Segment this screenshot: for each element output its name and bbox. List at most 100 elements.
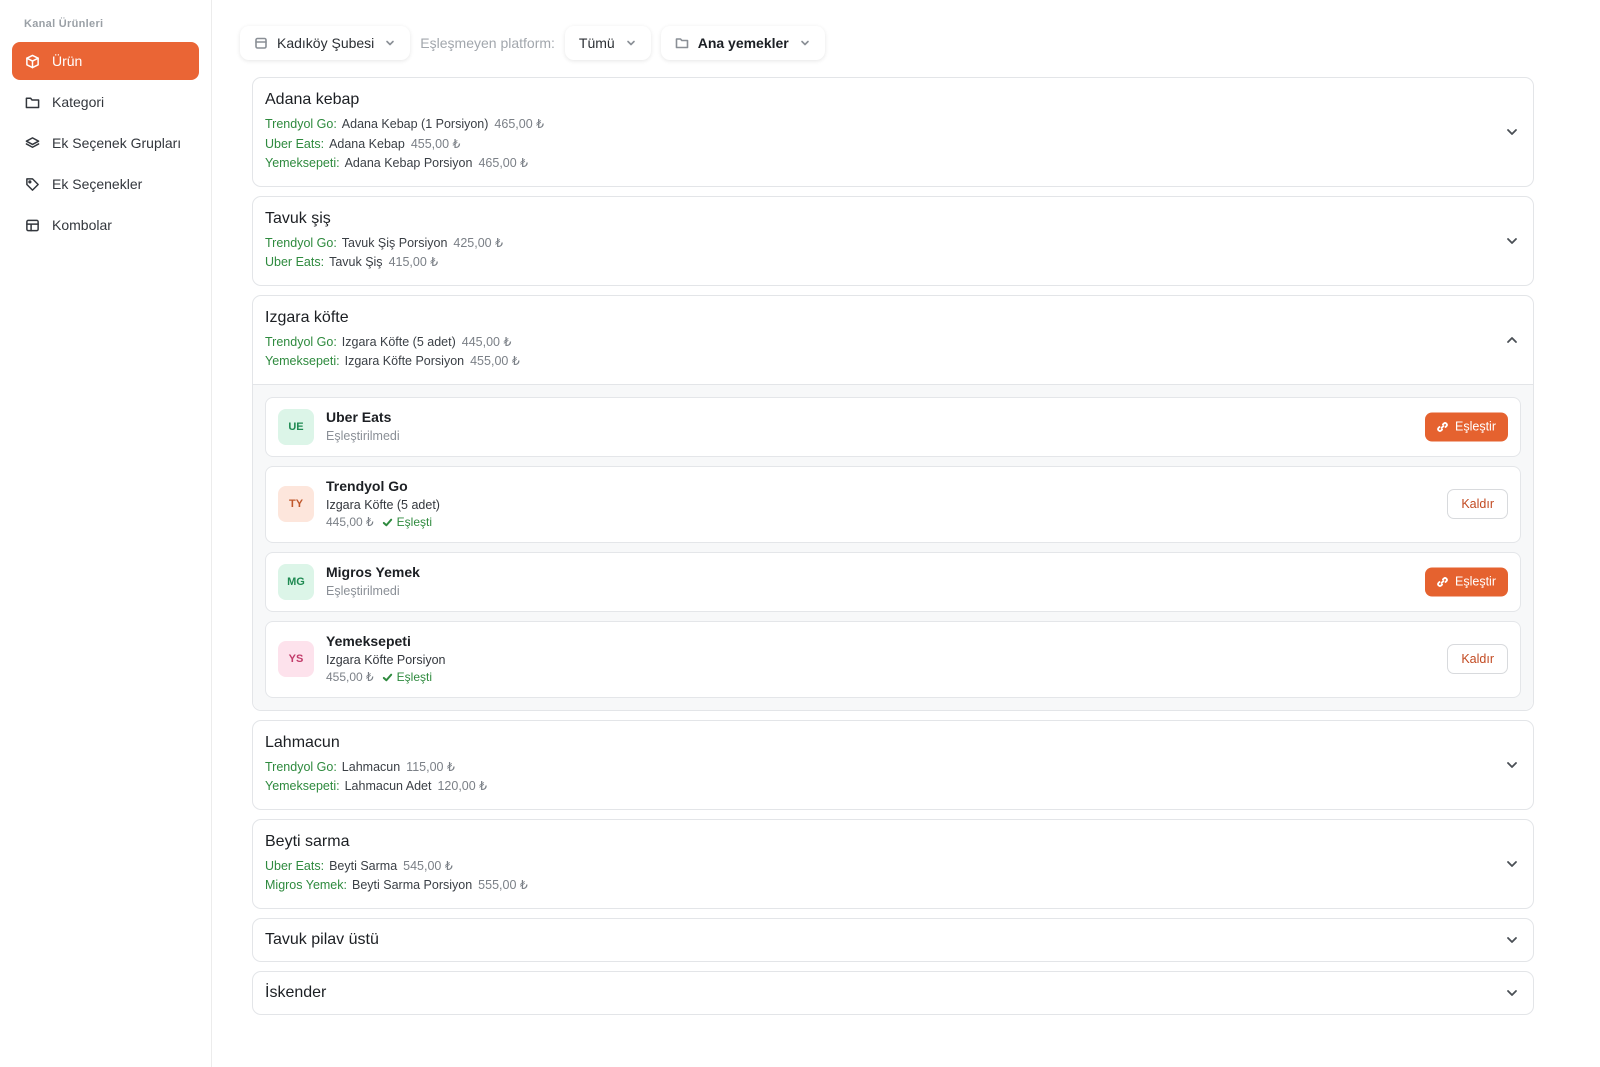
sidebar-item-ek-secenekler[interactable]: Ek Seçenekler [12, 165, 199, 203]
channel-price: 115,00 ₺ [406, 759, 455, 774]
channel-price: 455,00 ₺ [410, 136, 461, 151]
match-button[interactable]: Eşleştir [1425, 567, 1508, 596]
channel-price: 465,00 ₺ [478, 156, 529, 170]
chevron-down-icon[interactable] [1505, 758, 1519, 772]
category-select[interactable]: Ana yemekler [660, 26, 825, 60]
chevron-down-icon [799, 37, 811, 49]
chevron-up-icon[interactable] [1505, 333, 1519, 347]
channel-product: Izgara Köfte Porsiyon [344, 354, 465, 368]
channel-name: Trendyol Go: [265, 334, 337, 349]
channel-product: Tavuk Şiş [329, 255, 383, 269]
product-card-header[interactable]: Beyti sarma Uber Eats: Beyti Sarma 545,00 … [253, 820, 1533, 908]
product-card-expanded: Izgara köfte Trendyol Go: Izgara Köfte (5… [252, 294, 1534, 711]
chevron-down-icon[interactable] [1505, 933, 1519, 947]
check-icon [382, 673, 392, 682]
channel-price: 545,00 ₺ [403, 858, 453, 873]
unmatched-platform-label: Eşleşmeyen platform: [420, 35, 555, 51]
branch-select[interactable]: Kadıköy Şubesi [240, 26, 411, 60]
table-icon [24, 217, 40, 233]
channel-product: Beyti Sarma [329, 858, 398, 873]
platform-row-uber-eats: UE Uber Eats Eşleştirilmedi Eşleştir [265, 396, 1521, 457]
platform-mapping-panel: UE Uber Eats Eşleştirilmedi Eşleştir TY [253, 384, 1533, 710]
sidebar-item-ek-secenek-gruplari[interactable]: Ek Seçenek Grupları [12, 124, 199, 162]
sidebar-item-urun[interactable]: Ürün [12, 42, 199, 80]
product-card-header[interactable]: Lahmacun Trendyol Go: Lahmacun 115,00 ₺ Ye… [253, 721, 1533, 809]
product-card-header[interactable]: Adana kebap Trendyol Go: Adana Kebap (1 P… [253, 78, 1533, 186]
platform-name: Yemeksepeti [326, 633, 411, 649]
platform-name: Migros Yemek [326, 564, 420, 580]
sidebar-item-label: Kategori [52, 94, 105, 110]
channel-mapping-row: Yemeksepeti: Adana Kebap Porsiyon 465,00 ₺ [265, 154, 1521, 174]
channel-price: 120,00 ₺ [437, 779, 488, 793]
channel-price: 415,00 ₺ [388, 255, 439, 269]
channel-product: Izgara Köfte (5 adet) [341, 334, 456, 349]
product-list: Adana kebap Trendyol Go: Adana Kebap (1 P… [252, 77, 1534, 1015]
platform-row-trendyol-go: TY Trendyol Go Izgara Köfte (5 adet) 445… [265, 465, 1521, 543]
channel-product: Adana Kebap Porsiyon [344, 156, 473, 170]
sidebar-item-label: Ek Seçenek Grupları [52, 135, 182, 151]
product-card-header[interactable]: Tavuk pilav üstü [253, 919, 1533, 961]
filter-bar: Kadıköy Şubesi Eşleşmeyen platform: Tümü… [240, 24, 1560, 62]
match-button-label: Eşleştir [1455, 419, 1496, 434]
sidebar-item-kategori[interactable]: Kategori [12, 83, 199, 121]
product-name: Tavuk pilav üstü [265, 930, 379, 948]
chevron-down-icon[interactable] [1505, 986, 1519, 1000]
channel-name: Migros Yemek: [265, 878, 347, 892]
platform-price: 445,00 ₺ [326, 515, 374, 529]
channel-mapping-row: Uber Eats: Adana Kebap 455,00 ₺ [265, 135, 1521, 155]
channel-mapping-row: Uber Eats: Tavuk Şiş 415,00 ₺ [265, 253, 1521, 273]
remove-button[interactable]: Kaldır [1447, 644, 1508, 674]
category-select-value: Ana yemekler [697, 35, 789, 51]
sidebar-item-kombolar[interactable]: Kombolar [12, 206, 199, 244]
channel-mapping-row: Trendyol Go: Lahmacun 115,00 ₺ [265, 758, 1521, 778]
chevron-down-icon[interactable] [1505, 857, 1519, 871]
channel-name: Trendyol Go: [265, 117, 337, 131]
product-card: Tavuk pilav üstü [252, 917, 1534, 962]
channel-product: Lahmacun Adet [344, 779, 432, 793]
channel-price: 445,00 ₺ [461, 334, 512, 349]
folder-icon [675, 36, 689, 50]
product-card: Adana kebap Trendyol Go: Adana Kebap (1 P… [252, 77, 1534, 187]
product-card-header[interactable]: İskender [253, 972, 1533, 1014]
channel-name: Yemeksepeti: [265, 354, 340, 368]
platform-badge: TY [278, 486, 314, 522]
platform-product: Izgara Köfte Porsiyon [326, 653, 446, 667]
product-card: Beyti sarma Uber Eats: Beyti Sarma 545,00 … [252, 818, 1534, 909]
channel-price: 425,00 ₺ [453, 235, 504, 250]
platform-price: 455,00 ₺ [326, 670, 374, 684]
layers-icon [24, 135, 40, 151]
matched-status: Eşleşti [382, 669, 432, 686]
sidebar-item-label: Kombolar [52, 217, 112, 233]
match-button[interactable]: Eşleştir [1425, 412, 1508, 441]
channel-name: Uber Eats: [265, 858, 325, 873]
product-card: İskender [252, 970, 1534, 1015]
platform-select[interactable]: Tümü [564, 26, 651, 60]
channel-mapping-row: Yemeksepeti: Izgara Köfte Porsiyon 455,00 … [265, 352, 1521, 372]
link-icon [1437, 421, 1448, 432]
channel-mapping-row: Trendyol Go: Adana Kebap (1 Porsiyon) 465,… [265, 115, 1521, 135]
channel-name: Yemeksepeti: [265, 779, 340, 793]
remove-button[interactable]: Kaldır [1447, 489, 1508, 519]
chevron-down-icon [384, 37, 396, 49]
match-button-label: Eşleştir [1455, 574, 1496, 589]
chevron-down-icon [625, 37, 637, 49]
product-name: Adana kebap [265, 91, 360, 108]
branch-select-value: Kadıköy Şubesi [277, 35, 375, 51]
channel-price: 555,00 ₺ [478, 878, 528, 892]
tag-icon [24, 176, 40, 192]
platform-status: Eşleştirilmedi [326, 429, 400, 443]
chevron-down-icon[interactable] [1505, 125, 1519, 139]
channel-name: Trendyol Go: [265, 759, 337, 774]
box-icon [24, 53, 40, 69]
matched-status: Eşleşti [382, 514, 432, 531]
platform-status: Eşleştirilmedi [326, 584, 400, 598]
platform-row-migros-yemek: MG Migros Yemek Eşleştirilmedi Eşleştir [265, 551, 1521, 612]
channel-name: Uber Eats: [265, 136, 325, 151]
sidebar-heading: Kanal Ürünleri [24, 18, 104, 30]
product-card-header[interactable]: Izgara köfte Trendyol Go: Izgara Köfte (5… [253, 296, 1533, 385]
channel-product: Beyti Sarma Porsiyon [351, 878, 473, 892]
channel-mapping-row: Uber Eats: Beyti Sarma 545,00 ₺ [265, 857, 1521, 877]
product-card: Tavuk şiş Trendyol Go: Tavuk Şiş Porsiyon… [252, 195, 1534, 286]
product-card-header[interactable]: Tavuk şiş Trendyol Go: Tavuk Şiş Porsiyon… [253, 197, 1533, 285]
chevron-down-icon[interactable] [1505, 234, 1519, 248]
